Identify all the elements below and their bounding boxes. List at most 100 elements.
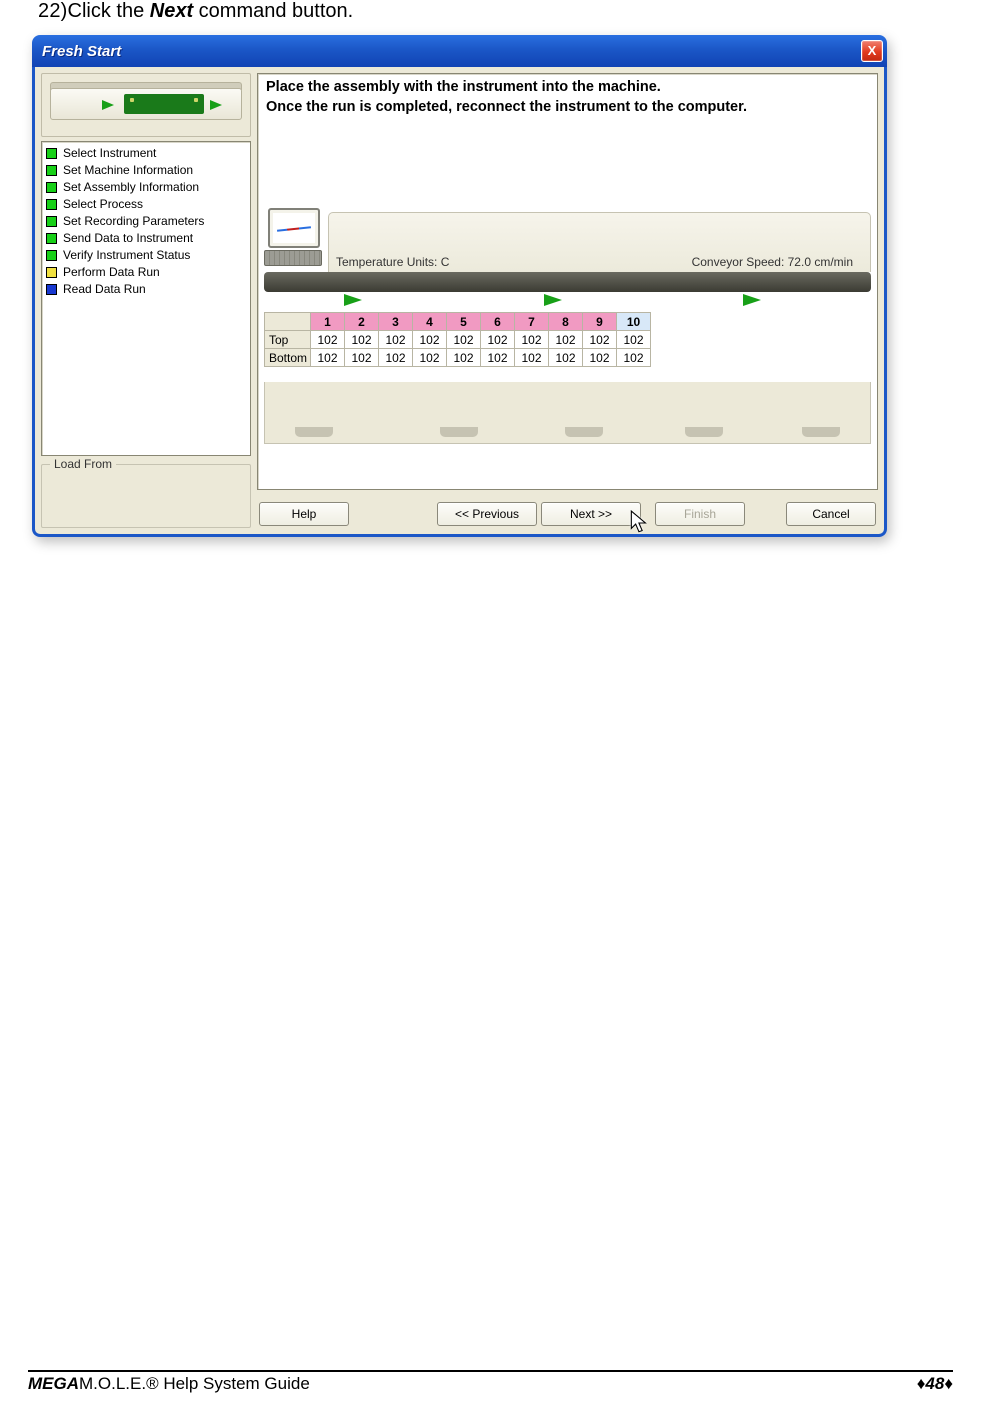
zone-header: 10 (617, 313, 651, 331)
table-corner (265, 313, 311, 331)
footer-page-number: ♦48♦ (917, 1374, 953, 1394)
close-icon: X (868, 43, 877, 58)
status-square-icon (46, 284, 57, 295)
table-cell: 102 (481, 349, 515, 367)
window-title: Fresh Start (42, 43, 121, 60)
status-square-icon (46, 165, 57, 176)
dialog-body: Select Instrument Set Machine Informatio… (32, 67, 887, 537)
status-square-icon (46, 182, 57, 193)
next-button[interactable]: Next >> (541, 502, 641, 526)
button-label: Cancel (812, 507, 849, 521)
step-label: Read Data Run (63, 281, 146, 298)
titlebar: Fresh Start X (32, 35, 887, 67)
table-cell: 102 (379, 349, 413, 367)
table-cell: 102 (515, 331, 549, 349)
table-cell: 102 (583, 349, 617, 367)
load-from-label: Load From (50, 457, 116, 471)
machine-diagram: Temperature Units: C Conveyor Speed: 72.… (258, 212, 877, 489)
status-square-icon (46, 233, 57, 244)
zone-header: 3 (379, 313, 413, 331)
headline-line-2: Once the run is completed, reconnect the… (266, 98, 869, 118)
machine-foot-icon (685, 427, 723, 437)
instruction-bold: Next (150, 0, 193, 22)
row-label: Bottom (265, 349, 311, 367)
list-item: Verify Instrument Status (46, 247, 246, 264)
row-label: Top (265, 331, 311, 349)
monitor-icon (264, 208, 326, 272)
table-cell: 102 (515, 349, 549, 367)
list-item: Select Process (46, 196, 246, 213)
main-content: Place the assembly with the instrument i… (257, 73, 878, 490)
arrow-icon (344, 294, 362, 306)
cancel-button[interactable]: Cancel (786, 502, 876, 526)
table-cell: 102 (311, 331, 345, 349)
table-cell: 102 (583, 331, 617, 349)
step-label: Set Recording Parameters (63, 213, 204, 230)
status-square-icon (46, 199, 57, 210)
close-button[interactable]: X (861, 40, 883, 62)
machine-foot-icon (440, 427, 478, 437)
table-cell: 102 (481, 331, 515, 349)
step-label: Send Data to Instrument (63, 230, 193, 247)
zone-header: 9 (583, 313, 617, 331)
status-square-icon (46, 148, 57, 159)
step-label: Select Instrument (63, 145, 156, 162)
headline-line-1: Place the assembly with the instrument i… (266, 78, 869, 98)
table-row: Top 102 102 102 102 102 102 102 102 10 (265, 331, 651, 349)
step-label: Set Assembly Information (63, 179, 199, 196)
table-cell: 102 (617, 331, 651, 349)
zone-header: 5 (447, 313, 481, 331)
list-item: Set Machine Information (46, 162, 246, 179)
machine-foot-icon (565, 427, 603, 437)
conveyor-speed-label: Conveyor Speed: 72.0 cm/min (692, 255, 853, 269)
table-cell: 102 (549, 331, 583, 349)
list-item: Select Instrument (46, 145, 246, 162)
list-item: Perform Data Run (46, 264, 246, 281)
table-cell: 102 (447, 331, 481, 349)
footer-left: MEGAM.O.L.E.® Help System Guide (28, 1374, 310, 1394)
help-button[interactable]: Help (259, 502, 349, 526)
table-cell: 102 (413, 331, 447, 349)
sidebar: Select Instrument Set Machine Informatio… (41, 73, 251, 528)
button-label: Help (292, 507, 317, 521)
table-row: 1 2 3 4 5 6 7 8 9 10 (265, 313, 651, 331)
instruction-post: command button. (193, 0, 353, 22)
arrow-icon (102, 100, 114, 110)
page-footer: MEGAM.O.L.E.® Help System Guide ♦48♦ (28, 1370, 953, 1394)
arrow-icon (544, 294, 562, 306)
button-label: Finish (684, 507, 716, 521)
step-list: Select Instrument Set Machine Informatio… (41, 141, 251, 456)
dialog-window: Fresh Start X Select Instrument (32, 35, 887, 537)
table-row: Bottom 102 102 102 102 102 102 102 102 (265, 349, 651, 367)
instruction-pre: Click the (68, 0, 150, 22)
step-label: Select Process (63, 196, 143, 213)
button-label: << Previous (455, 507, 519, 521)
arrow-icon (210, 100, 222, 110)
machine-foot-icon (295, 427, 333, 437)
previous-button[interactable]: << Previous (437, 502, 537, 526)
list-item: Read Data Run (46, 281, 246, 298)
list-item: Set Recording Parameters (46, 213, 246, 230)
button-bar: Help << Previous Next >> Finish Cancel (257, 496, 878, 528)
zone-header: 1 (311, 313, 345, 331)
machine-base (264, 382, 871, 444)
zone-header: 8 (549, 313, 583, 331)
button-label: Next >> (570, 507, 612, 521)
footer-left-rest: M.O.L.E.® Help System Guide (79, 1374, 310, 1393)
headline: Place the assembly with the instrument i… (258, 74, 877, 119)
table-cell: 102 (345, 349, 379, 367)
zone-header: 6 (481, 313, 515, 331)
footer-left-bold: MEGA (28, 1374, 79, 1393)
zone-header: 7 (515, 313, 549, 331)
list-item: Send Data to Instrument (46, 230, 246, 247)
table-cell: 102 (345, 331, 379, 349)
zone-table: 1 2 3 4 5 6 7 8 9 10 (264, 312, 651, 367)
load-from-group: Load From (41, 464, 251, 528)
step-label: Set Machine Information (63, 162, 193, 179)
arrow-icon (743, 294, 761, 306)
status-square-icon (46, 267, 57, 278)
conveyor-belt: Temperature Units: C Conveyor Speed: 72.… (264, 272, 871, 292)
temp-units-label: Temperature Units: C (336, 255, 449, 269)
status-square-icon (46, 250, 57, 261)
table-cell: 102 (379, 331, 413, 349)
